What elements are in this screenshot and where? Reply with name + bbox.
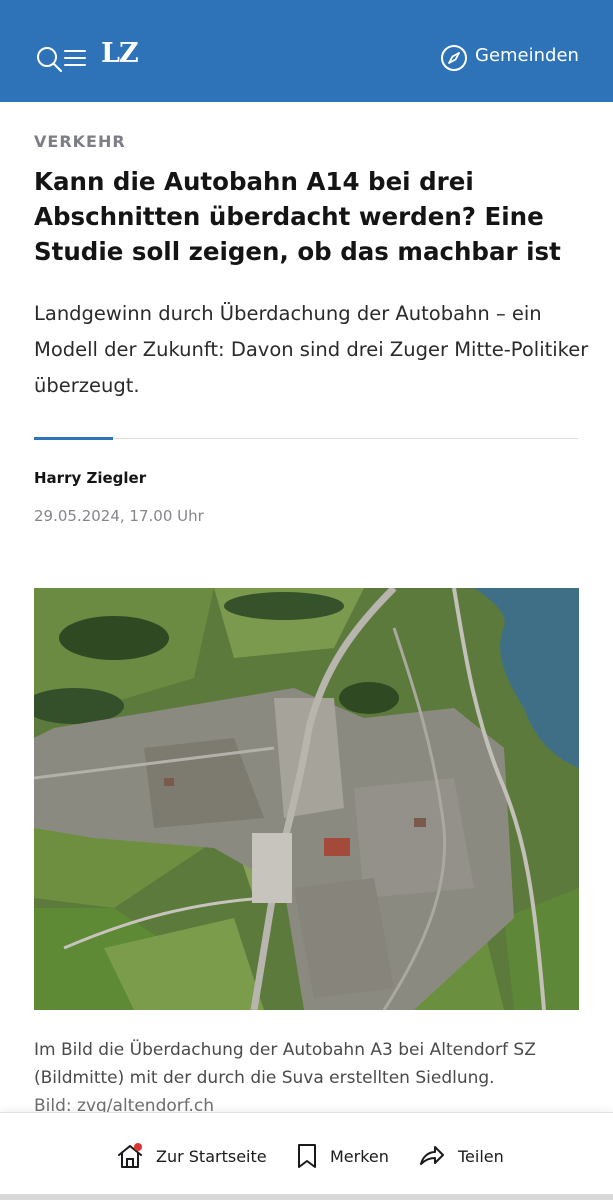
article-headline: Kann die Autobahn A14 bei drei Abschnitt… xyxy=(34,167,561,266)
bookmark-label: Merken xyxy=(330,1146,389,1166)
home-label: Zur Startseite xyxy=(156,1146,267,1166)
top-bar: LZ Gemeinden xyxy=(0,0,613,102)
bookmark-icon xyxy=(298,1144,316,1168)
home-button[interactable]: Zur Startseite xyxy=(116,1141,267,1171)
bookmark-button[interactable]: Merken xyxy=(296,1141,389,1171)
menu-icon[interactable] xyxy=(64,50,88,66)
article-kicker[interactable]: VERKEHR xyxy=(34,132,126,151)
search-icon[interactable] xyxy=(36,46,64,72)
divider xyxy=(34,438,578,439)
share-icon xyxy=(420,1146,444,1165)
article-author[interactable]: Harry Ziegler xyxy=(34,469,146,487)
divider-accent xyxy=(34,437,113,440)
share-button[interactable]: Teilen xyxy=(418,1141,504,1171)
bottom-bar: Zur Startseite Merken Teilen xyxy=(0,1112,613,1200)
site-logo[interactable]: LZ xyxy=(101,38,139,69)
article-lead: Landgewinn durch Überdachung der Autobah… xyxy=(34,302,589,397)
article-date: 29.05.2024, 17.00 Uhr xyxy=(34,507,204,525)
home-indicator xyxy=(0,1194,613,1200)
image-caption: Im Bild die Überdachung der Autobahn A3 … xyxy=(34,1040,536,1088)
communities-link[interactable]: Gemeinden xyxy=(475,45,579,66)
home-icon xyxy=(118,1143,142,1168)
share-label: Teilen xyxy=(458,1146,504,1166)
compass-icon[interactable] xyxy=(440,44,468,72)
article-image[interactable] xyxy=(34,588,579,1010)
